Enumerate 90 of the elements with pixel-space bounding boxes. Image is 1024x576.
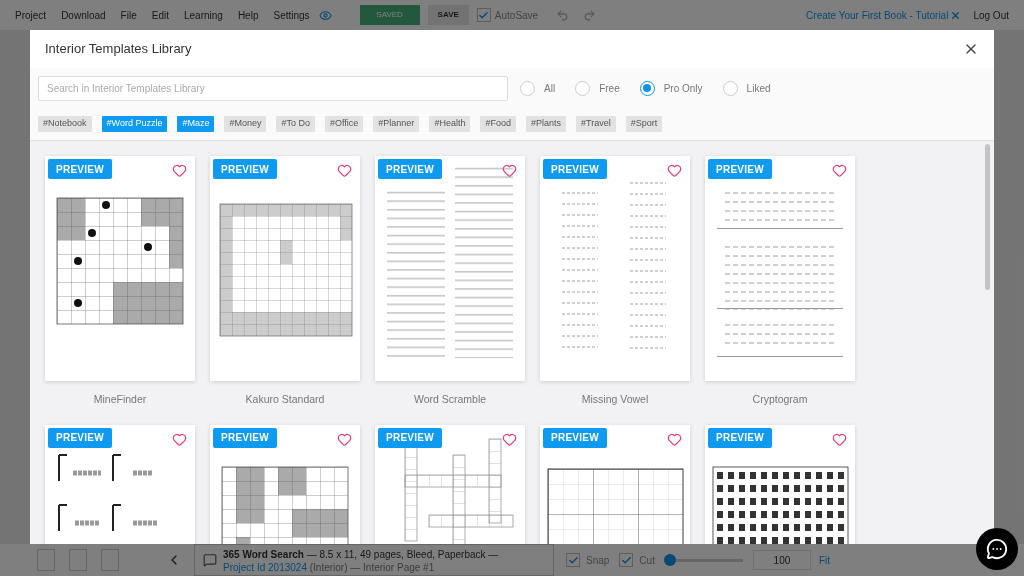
tag-chip[interactable]: #To Do [276,116,315,132]
checkbox[interactable] [566,553,580,567]
fit-button[interactable]: Fit [818,552,831,568]
search-field[interactable]: Search in Interior Templates Library [38,75,508,101]
template-card[interactable]: PREVIEW [210,424,360,544]
template-card[interactable]: PREVIEW [210,156,360,381]
page-thumbnail[interactable] [101,549,119,571]
autosave-label: AutoSave [494,8,539,23]
template-name: Kakuro Standard [245,392,325,407]
tag-chip[interactable]: #Word Puzzle [101,116,168,132]
filter-label[interactable]: Pro Only [663,80,703,96]
menu-item[interactable]: Project [15,7,47,23]
tag-chip[interactable]: #Money [224,116,267,132]
menu-item[interactable]: Learning [183,7,223,23]
saved-badge: SAVED [359,5,420,25]
menu-item[interactable]: Edit [151,7,169,23]
tag-chip[interactable]: #Notebook [38,116,92,132]
tag-chip[interactable]: #Sport [625,116,663,132]
preview-button[interactable]: PREVIEW [213,427,277,448]
template-card[interactable]: PREVIEW [705,424,855,544]
filter-label[interactable]: Free [599,80,620,96]
preview-button[interactable]: PREVIEW [378,159,442,179]
template-card[interactable]: PREVIEW [540,156,690,381]
template-card[interactable]: PREVIEW [45,424,195,544]
checkbox[interactable] [619,553,634,567]
template-card[interactable]: PREVIEW [705,156,855,381]
tag-chip[interactable]: #Planner [373,116,420,132]
zoom-slider[interactable] [664,554,743,566]
heart-icon[interactable] [667,431,682,447]
radio-button[interactable] [575,80,591,96]
template-name: Word Scramble [413,392,487,407]
template-card[interactable]: PREVIEW [45,156,195,381]
tag-chip[interactable]: #Food [480,116,516,132]
scrollbar-thumb[interactable] [985,144,990,290]
preview-button[interactable]: PREVIEW [708,427,772,448]
template-card[interactable]: PREVIEW [540,424,690,544]
menu-item[interactable]: Settings [273,7,310,23]
filter-label[interactable]: Liked [746,80,771,96]
project-details: — 8.5 x 11, 49 pages, Bleed, Paperback — [306,549,499,560]
comment-icon[interactable] [203,553,217,567]
dialog-title: Interior Templates Library [45,40,193,59]
snap-label: Snap [586,553,610,568]
heart-icon[interactable] [172,163,187,178]
project-title: 365 Word Search [223,549,304,560]
preview-button[interactable]: PREVIEW [708,159,772,179]
filter-label[interactable]: All [544,80,556,96]
preview-button[interactable]: PREVIEW [378,427,442,448]
heart-icon[interactable] [172,431,187,447]
chat-icon [986,538,1008,560]
radio-button[interactable] [520,80,535,96]
preview-button[interactable]: PREVIEW [543,427,607,448]
preview-button[interactable]: PREVIEW [48,159,112,179]
checkbox[interactable] [476,8,491,22]
tag-chip[interactable]: #Plants [525,116,566,132]
tag-chip[interactable]: #Health [429,116,471,132]
cut-label: Cut [639,553,655,568]
heart-icon[interactable] [502,163,517,178]
template-name: Missing Vowel [581,392,649,407]
menu-item[interactable]: Help [237,7,259,23]
page-thumbnail[interactable] [37,549,55,571]
template-name: MineFinder [93,392,147,407]
heart-icon[interactable] [832,431,847,447]
menu-item[interactable]: File [120,7,137,23]
template-card[interactable]: PREVIEW [375,424,525,544]
logout-link[interactable]: Log Out [973,7,1009,23]
template-name: Cryptogram [752,392,808,407]
redo-icon[interactable] [583,8,597,22]
preview-button[interactable]: PREVIEW [213,159,277,179]
tag-chip[interactable]: #Travel [575,116,616,132]
save-button[interactable]: SAVE [427,5,469,25]
project-id-link[interactable]: Project Id 2013024 [223,562,307,573]
preview-button[interactable]: PREVIEW [48,427,112,448]
page-thumbnail[interactable] [69,549,87,571]
tag-chip[interactable]: #Office [325,116,364,132]
radio-button[interactable] [639,80,655,96]
undo-icon[interactable] [556,8,570,22]
heart-icon[interactable] [502,431,517,447]
template-card[interactable]: PREVIEW [375,156,525,381]
radio-button[interactable] [722,80,738,96]
heart-icon[interactable] [832,163,847,178]
heart-icon[interactable] [337,163,352,178]
slider-thumb[interactable] [664,554,677,566]
page-info: (Interior) — Interior Page #1 [309,562,435,573]
preview-button[interactable]: PREVIEW [543,159,607,179]
menu-item[interactable]: Download [61,7,106,23]
eye-icon[interactable] [318,8,332,22]
zoom-field[interactable]: 100 [752,550,811,570]
heart-icon[interactable] [337,431,352,447]
tag-chip[interactable]: #Maze [177,116,215,132]
heart-icon[interactable] [667,163,682,178]
